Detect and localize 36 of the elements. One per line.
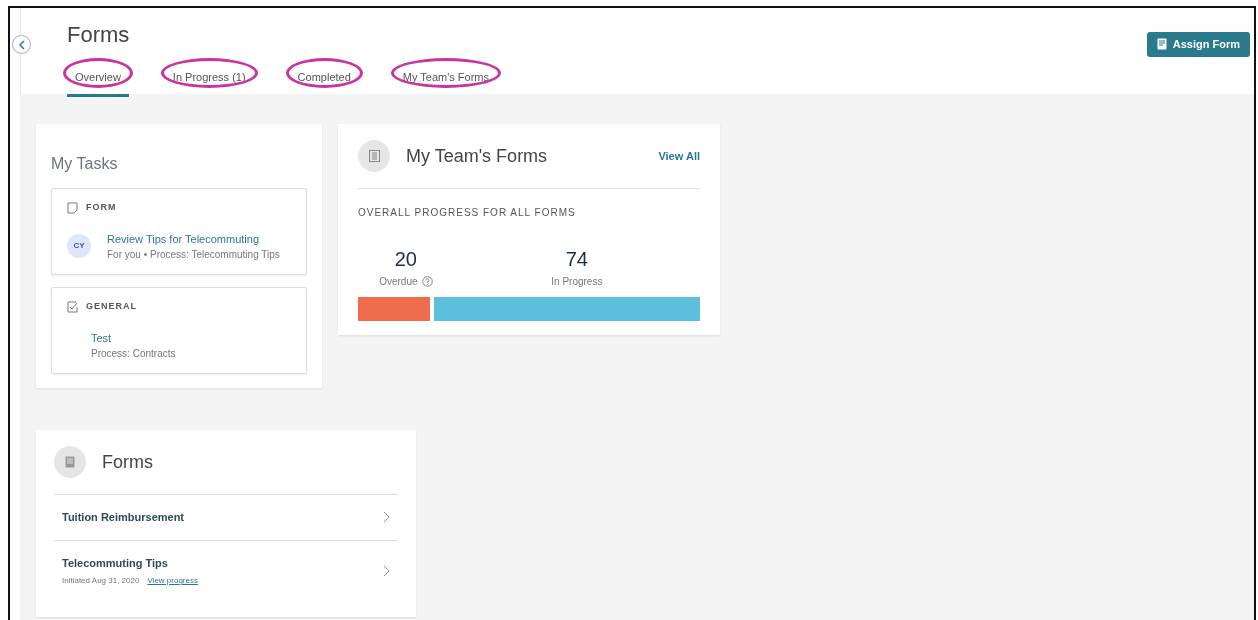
task-subtitle: For you • Process: Telecommuting Tips xyxy=(107,248,280,262)
page-title: Forms xyxy=(67,22,130,49)
task-card[interactable]: GENERAL Test Process: Contracts xyxy=(51,287,307,374)
form-name[interactable]: Tuition Reimbursement xyxy=(62,509,185,526)
view-all-link[interactable]: View All xyxy=(658,147,700,165)
stat-label: Overdue xyxy=(379,275,418,289)
chevron-left-icon[interactable] xyxy=(17,39,26,50)
panel-title: Forms xyxy=(102,450,153,474)
panel-title: My Team's Forms xyxy=(406,144,549,168)
tab[interactable]: My Team's Forms xyxy=(394,66,498,97)
checkbox-icon xyxy=(67,300,78,313)
stat-value: 74 xyxy=(564,247,589,272)
task-card[interactable]: FORM CY Review Tips for Telecommuting For you • Process: Telecommuting Tips xyxy=(51,188,307,275)
avatar: CY xyxy=(67,234,91,259)
stat-value: 20 xyxy=(393,247,418,272)
stat-label: In Progress xyxy=(551,275,603,289)
tab[interactable]: In Progress (1) xyxy=(164,66,254,97)
tab[interactable]: Completed xyxy=(289,66,359,97)
collapse-button[interactable] xyxy=(12,35,31,54)
task-category: FORM xyxy=(86,201,117,214)
form-icon xyxy=(1156,38,1167,51)
document-icon xyxy=(67,201,78,214)
chevron-right-icon[interactable] xyxy=(383,511,390,524)
task-subtitle: Process: Contracts xyxy=(91,347,176,361)
view-progress-link[interactable]: View progress xyxy=(147,575,198,587)
form-name[interactable]: Telecommuting Tips xyxy=(62,554,198,571)
assign-form-button[interactable]: Assign Form xyxy=(1146,32,1250,57)
task-link[interactable]: Test xyxy=(91,329,176,346)
task-category: GENERAL xyxy=(86,300,137,313)
document-icon xyxy=(358,140,390,172)
task-link[interactable]: Review Tips for Telecommuting xyxy=(107,230,280,247)
panel-title: My Tasks xyxy=(51,154,119,174)
initiated-date: Initiated Aug 31, 2020 xyxy=(62,575,140,587)
chevron-right-icon[interactable] xyxy=(383,564,390,577)
document-icon xyxy=(54,446,86,478)
section-title: OVERALL PROGRESS FOR ALL FORMS xyxy=(358,206,577,220)
